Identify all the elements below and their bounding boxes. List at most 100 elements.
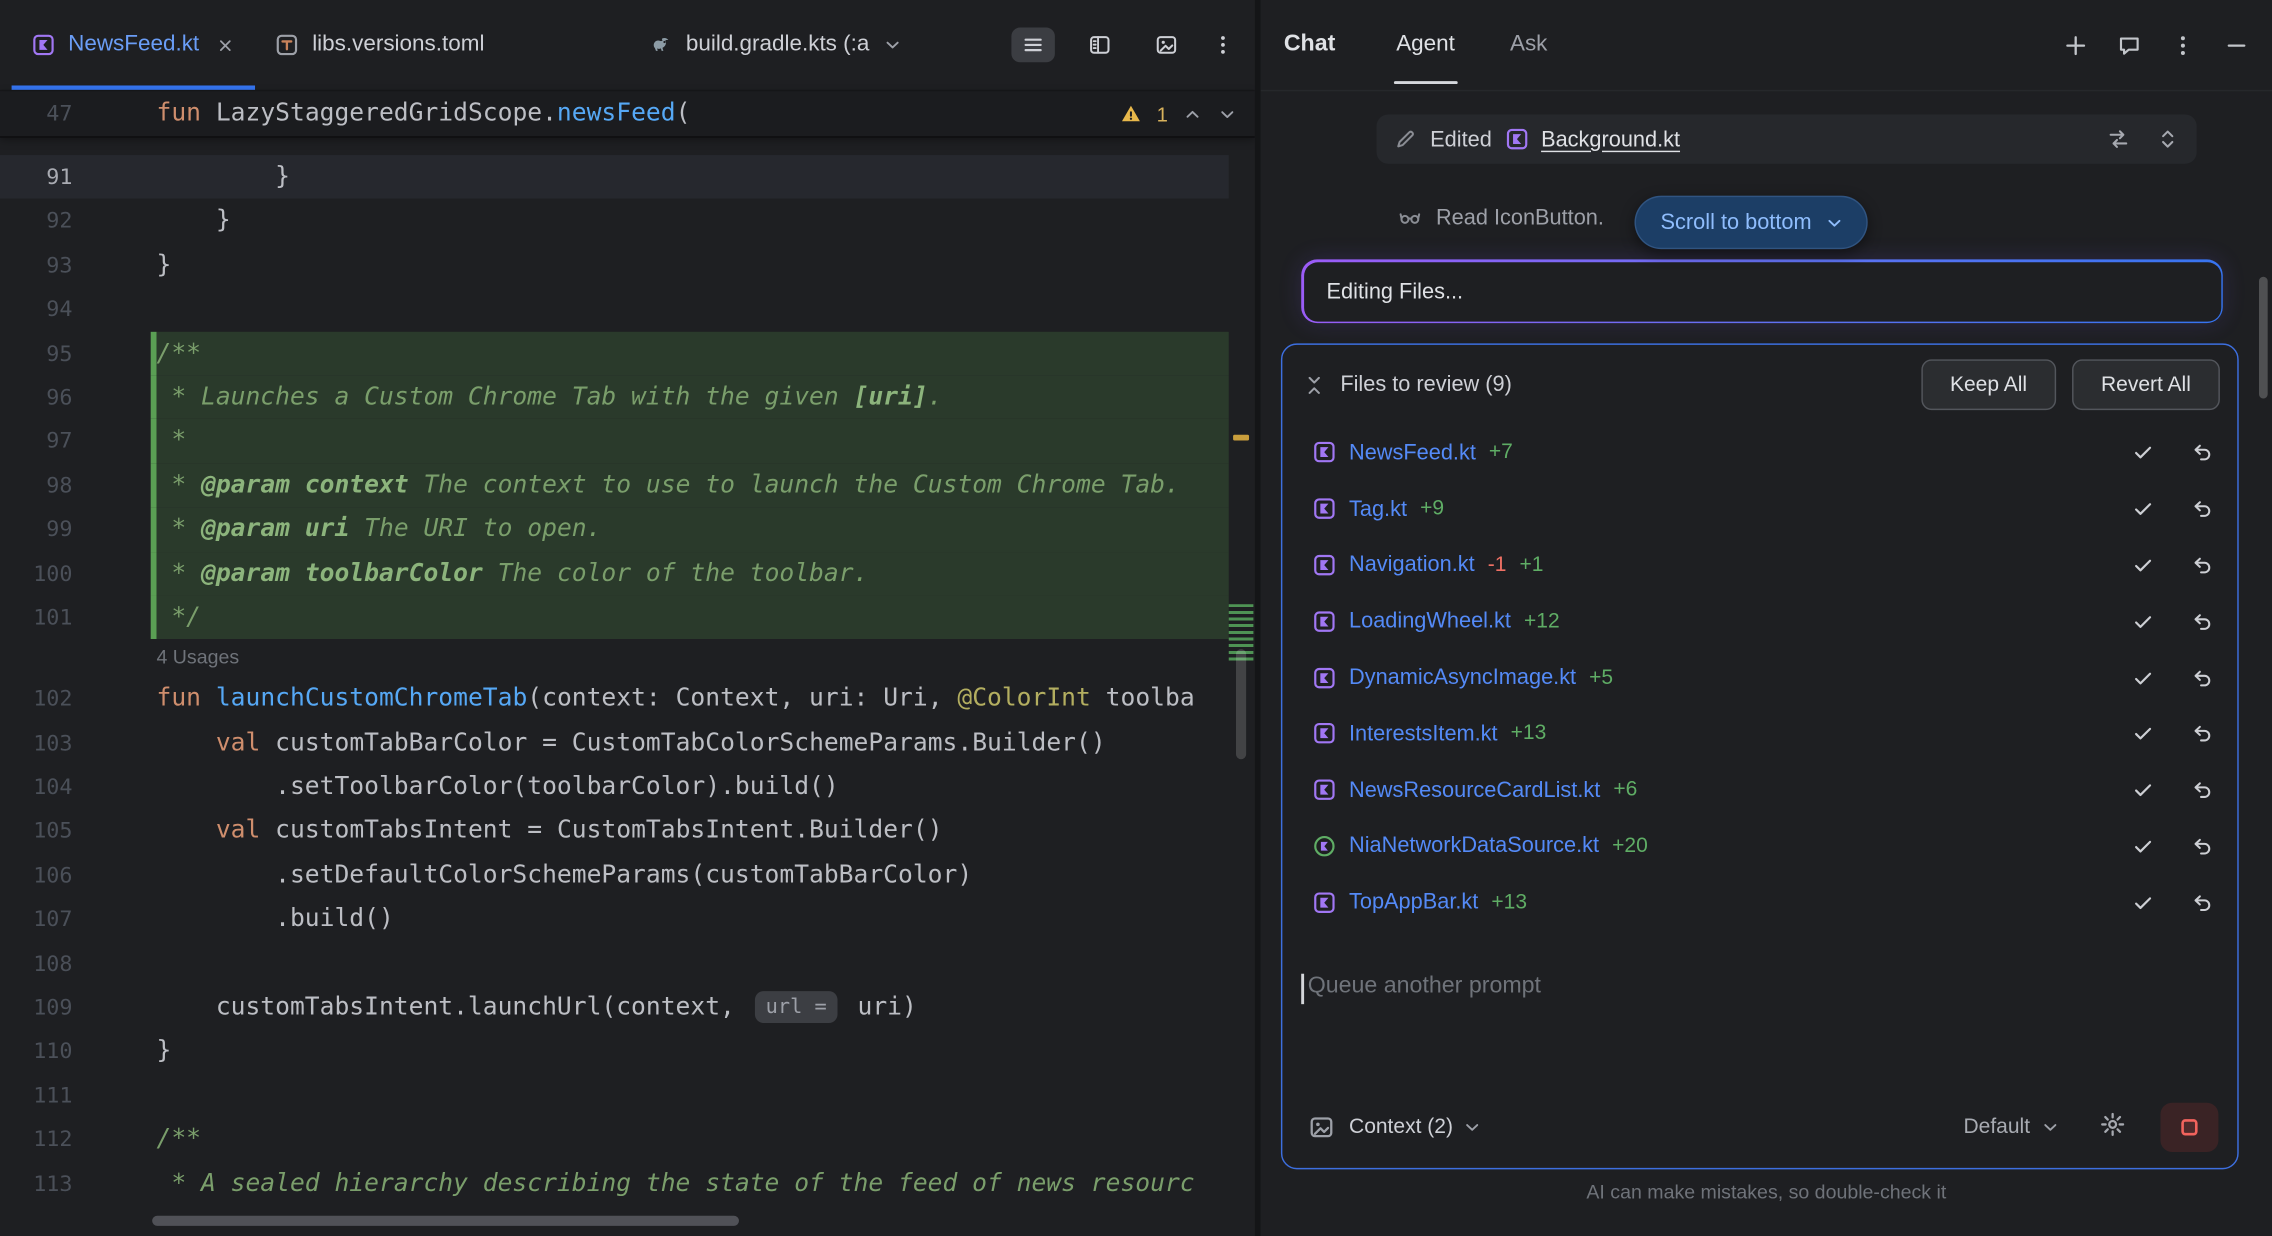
chat-history-icon[interactable] [2117,33,2142,58]
prev-problem-icon[interactable] [1182,104,1202,124]
chevron-down-icon[interactable] [2040,1117,2060,1137]
tab-newsfeed-kt[interactable]: NewsFeed.kt [12,0,256,90]
revert-file-button[interactable] [2191,778,2214,801]
line-number[interactable]: 104 [0,765,72,809]
line-number[interactable]: 97 [0,419,72,463]
line-number[interactable]: 109 [0,985,72,1029]
design-view-button[interactable] [1145,28,1188,63]
keep-file-button[interactable] [2131,441,2154,464]
usages-inlay-hint[interactable]: 4 Usages [0,639,1255,677]
stop-button[interactable] [2160,1103,2218,1152]
line-number[interactable]: 113 [0,1162,72,1206]
file-name-link[interactable]: TopAppBar.kt [1349,890,1478,915]
file-name-link[interactable]: NiaNetworkDataSource.kt [1349,834,1599,859]
line-number[interactable]: 105 [0,809,72,853]
file-review-row[interactable]: LoadingWheel.kt+12 [1282,593,2237,649]
line-number[interactable]: 101 [0,595,72,639]
keep-file-button[interactable] [2131,553,2154,576]
line-number[interactable]: 102 [0,677,72,721]
file-review-row[interactable]: Tag.kt+9 [1282,481,2237,537]
file-name-link[interactable]: Navigation.kt [1349,553,1475,578]
keep-file-button[interactable] [2131,666,2154,689]
keep-file-button[interactable] [2131,497,2154,520]
chat-scrollbar[interactable] [2259,277,2268,399]
line-number[interactable]: 93 [0,243,72,287]
line-number[interactable]: 96 [0,375,72,419]
model-selector[interactable]: Default [1963,1116,2030,1139]
prompt-input[interactable]: Queue another prompt [1282,931,2237,1087]
chevron-down-icon[interactable] [1462,1117,1482,1137]
file-review-row[interactable]: TopAppBar.kt+13 [1282,874,2237,930]
file-review-row[interactable]: Navigation.kt-1+1 [1282,537,2237,593]
file-name-link[interactable]: NewsFeed.kt [1349,440,1476,465]
file-name-link[interactable]: NewsResourceCardList.kt [1349,778,1600,803]
next-problem-icon[interactable] [1217,104,1237,124]
edited-file-row[interactable]: Edited Background.kt [1377,114,2197,163]
scroll-to-bottom-button[interactable]: Scroll to bottom [1634,196,1868,250]
line-number[interactable]: 95 [0,331,72,375]
keep-file-button[interactable] [2131,722,2154,745]
line-number[interactable]: 103 [0,721,72,765]
split-view-button[interactable] [1078,28,1121,63]
line-number[interactable]: 108 [0,941,72,985]
gear-icon[interactable] [2100,1111,2126,1137]
file-review-row[interactable]: InterestsItem.kt+13 [1282,706,2237,762]
line-number[interactable]: 106 [0,853,72,897]
editor-more-menu-icon[interactable] [1211,33,1234,56]
file-name-link[interactable]: Tag.kt [1349,497,1407,522]
attach-image-icon[interactable] [1308,1114,1334,1140]
code-view-button[interactable] [1011,28,1054,63]
file-review-row[interactable]: NewsResourceCardList.kt+6 [1282,762,2237,818]
keep-file-button[interactable] [2131,778,2154,801]
edited-file-link[interactable]: Background.kt [1541,127,1680,152]
warning-icon[interactable] [1120,103,1142,125]
expand-collapse-icon[interactable] [2156,128,2179,151]
scrollbar-warning-mark[interactable] [1233,435,1249,441]
keep-file-button[interactable] [2131,610,2154,633]
editor-horizontal-scrollbar[interactable] [152,1216,739,1226]
line-number[interactable]: 100 [0,551,72,595]
collapse-all-icon[interactable] [1303,373,1326,396]
line-number[interactable]: 98 [0,463,72,507]
minimize-panel-icon[interactable] [2224,33,2249,58]
tab-ask[interactable]: Ask [1510,0,1547,90]
revert-file-button[interactable] [2191,891,2214,914]
line-number[interactable]: 92 [0,199,72,243]
line-number[interactable]: 112 [0,1117,72,1161]
file-name-link[interactable]: DynamicAsyncImage.kt [1349,665,1576,690]
file-review-row[interactable]: DynamicAsyncImage.kt+5 [1282,649,2237,705]
tab-libs-versions-toml[interactable]: libs.versions.toml [256,0,505,90]
revert-file-button[interactable] [2191,610,2214,633]
revert-file-button[interactable] [2191,497,2214,520]
line-number[interactable]: 99 [0,507,72,551]
keep-file-button[interactable] [2131,835,2154,858]
revert-file-button[interactable] [2191,722,2214,745]
keep-file-button[interactable] [2131,891,2154,914]
chat-more-menu-icon[interactable] [2171,33,2196,58]
file-name-link[interactable]: LoadingWheel.kt [1349,609,1511,634]
line-number[interactable]: 94 [0,287,72,331]
line-number[interactable]: 107 [0,897,72,941]
file-review-row[interactable]: NewsFeed.kt+7 [1282,425,2237,481]
revert-file-button[interactable] [2191,553,2214,576]
revert-file-button[interactable] [2191,441,2214,464]
file-review-row[interactable]: NiaNetworkDataSource.kt+20 [1282,818,2237,874]
revert-file-button[interactable] [2191,835,2214,858]
close-icon[interactable] [217,36,236,55]
line-number[interactable]: 91 [0,155,72,199]
sticky-context-line[interactable]: 47 fun LazyStaggeredGridScope.newsFeed( … [0,91,1255,137]
revert-file-button[interactable] [2191,666,2214,689]
tab-build-gradle-kts[interactable]: build.gradle.kts (:a [629,0,923,90]
editor-vertical-scrollbar[interactable] [1236,649,1246,759]
chevron-down-icon[interactable] [882,35,902,55]
new-chat-icon[interactable] [2063,33,2088,58]
code-editor-area[interactable]: 91 }92 }93}9495/**96 * Launches a Custom… [0,138,1255,1236]
revert-all-button[interactable]: Revert All [2072,359,2220,410]
tab-agent[interactable]: Agent [1396,0,1455,90]
open-diff-icon[interactable] [2107,128,2130,151]
line-number[interactable]: 110 [0,1029,72,1073]
keep-all-button[interactable]: Keep All [1921,359,2056,410]
file-name-link[interactable]: InterestsItem.kt [1349,721,1498,746]
line-number[interactable]: 111 [0,1073,72,1117]
context-selector[interactable]: Context (2) [1349,1116,1453,1139]
